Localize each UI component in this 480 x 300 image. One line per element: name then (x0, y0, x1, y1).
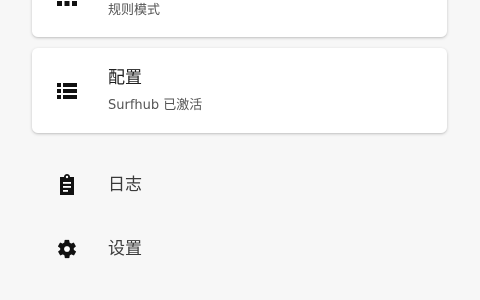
gear-icon (56, 238, 78, 260)
nav-item-settings-label: 设置 (108, 239, 142, 259)
mode-card-subtitle: 规则模式 (108, 3, 161, 18)
nav-item-logs-label: 日志 (108, 175, 142, 195)
clipboard-icon (56, 174, 78, 196)
mode-card[interactable] (32, 0, 447, 37)
nav-item-settings[interactable] (32, 224, 447, 274)
nav-item-logs[interactable] (32, 160, 447, 210)
config-card-subtitle: Surfhub 已激活 (108, 98, 203, 113)
list-icon (56, 80, 78, 102)
config-card-title: 配置 (108, 68, 142, 88)
grid-icon (56, 0, 78, 11)
config-card[interactable] (32, 48, 447, 133)
